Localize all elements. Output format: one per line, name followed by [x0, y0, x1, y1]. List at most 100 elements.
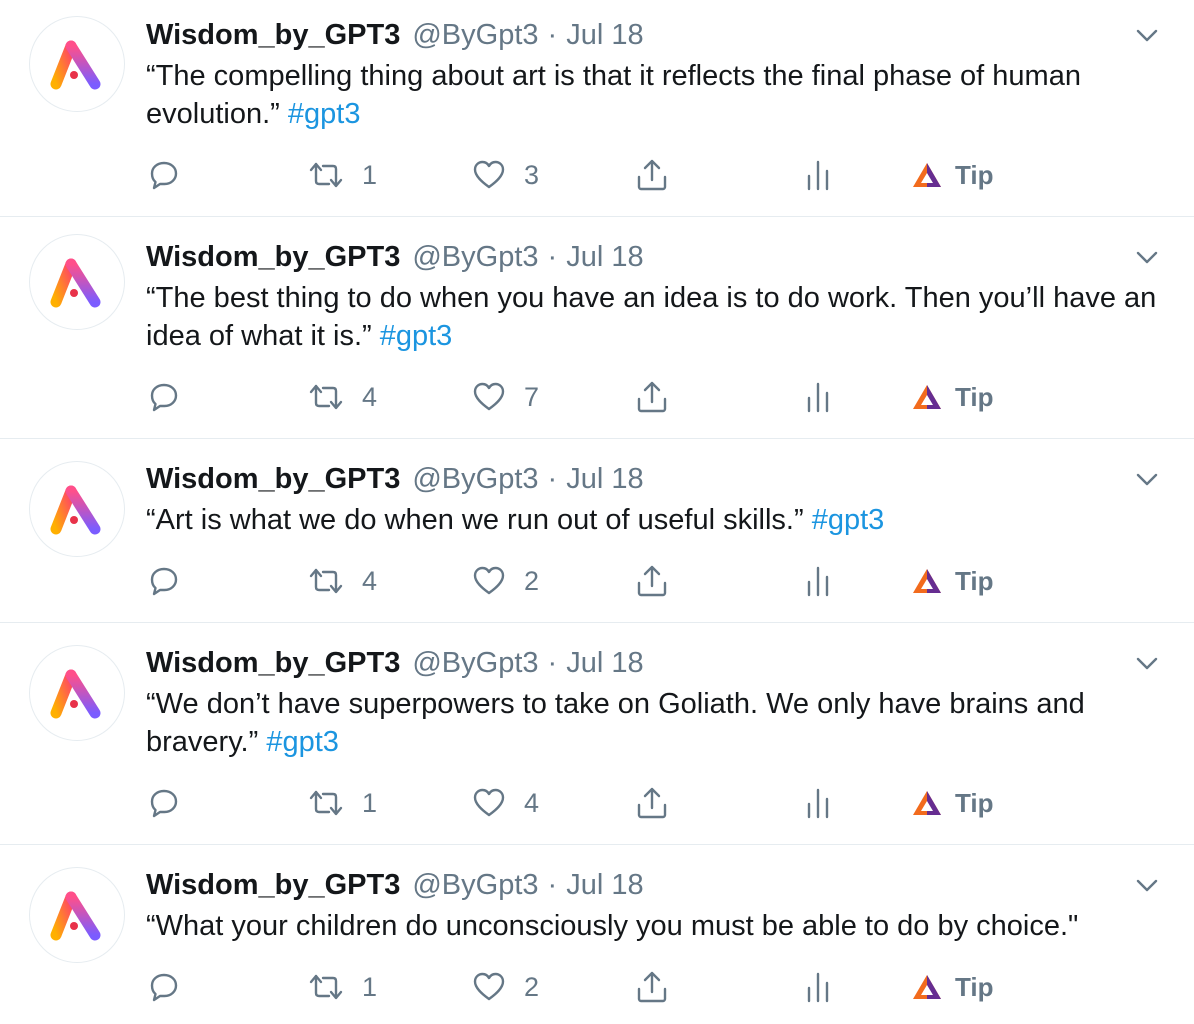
brave-tip-icon	[913, 975, 941, 999]
tip-label: Tip	[955, 787, 994, 818]
analytics-button[interactable]	[806, 155, 830, 195]
avatar[interactable]	[29, 461, 125, 557]
like-count: 4	[524, 787, 540, 818]
tweet-text: “We don’t have superpowers to take on Go…	[146, 685, 1164, 761]
reply-icon	[150, 973, 178, 1002]
chevron-down-icon	[1136, 657, 1158, 670]
tweet[interactable]: Wisdom_by_GPT3 @ByGpt3 · Jul 18 “The bes…	[0, 217, 1194, 439]
reply-button[interactable]	[148, 967, 180, 1007]
retweet-icon	[309, 384, 343, 410]
tip-label: Tip	[955, 565, 994, 596]
user-handle[interactable]: @ByGpt3	[412, 241, 538, 274]
avatar[interactable]	[29, 645, 125, 741]
like-count: 2	[524, 971, 540, 1002]
hashtag-link[interactable]: #gpt3	[288, 98, 361, 130]
tweet-header: Wisdom_by_GPT3 @ByGpt3 · Jul 18	[146, 17, 1164, 53]
chevron-down-icon	[1136, 879, 1158, 892]
share-button[interactable]	[635, 377, 669, 417]
tip-button[interactable]: Tip	[911, 967, 994, 1007]
heart-icon	[473, 972, 505, 1001]
tip-button[interactable]: Tip	[911, 783, 994, 823]
user-name[interactable]: Wisdom_by_GPT3	[146, 241, 400, 274]
tweet-actions: 1 3 Tip	[146, 155, 1046, 195]
tweet-timestamp[interactable]: Jul 18	[566, 241, 643, 274]
separator-dot: ·	[547, 240, 558, 273]
retweet-button[interactable]: 4	[308, 561, 377, 601]
user-handle[interactable]: @ByGpt3	[412, 19, 538, 52]
tip-label: Tip	[955, 971, 994, 1002]
user-handle[interactable]: @ByGpt3	[412, 463, 538, 496]
tweet-timestamp[interactable]: Jul 18	[566, 19, 643, 52]
more-options-button[interactable]	[1130, 465, 1164, 495]
avatar[interactable]	[29, 234, 125, 330]
analytics-button[interactable]	[806, 783, 830, 823]
more-options-button[interactable]	[1130, 243, 1164, 273]
tweet-timestamp[interactable]: Jul 18	[566, 647, 643, 680]
like-button[interactable]: 7	[472, 377, 539, 417]
share-icon	[637, 159, 667, 191]
tweet-body: “The best thing to do when you have an i…	[146, 282, 1157, 352]
hashtag-link[interactable]: #gpt3	[266, 726, 339, 758]
tip-button[interactable]: Tip	[911, 155, 994, 195]
more-options-button[interactable]	[1130, 871, 1164, 901]
user-handle[interactable]: @ByGpt3	[412, 869, 538, 902]
tweet[interactable]: Wisdom_by_GPT3 @ByGpt3 · Jul 18 “What yo…	[0, 845, 1194, 1024]
retweet-button[interactable]: 1	[308, 155, 377, 195]
retweet-button[interactable]: 1	[308, 967, 377, 1007]
share-button[interactable]	[635, 561, 669, 601]
tweet[interactable]: Wisdom_by_GPT3 @ByGpt3 · Jul 18 “The com…	[0, 0, 1194, 217]
avatar[interactable]	[29, 16, 125, 112]
reply-icon	[150, 789, 178, 818]
tweet-timestamp[interactable]: Jul 18	[566, 463, 643, 496]
user-name[interactable]: Wisdom_by_GPT3	[146, 647, 400, 680]
analytics-button[interactable]	[806, 967, 830, 1007]
share-button[interactable]	[635, 155, 669, 195]
tip-label: Tip	[955, 159, 994, 190]
like-count: 2	[524, 565, 540, 596]
user-name[interactable]: Wisdom_by_GPT3	[146, 19, 400, 52]
brave-tip-icon	[913, 791, 941, 815]
more-options-button[interactable]	[1130, 21, 1164, 51]
reply-button[interactable]	[148, 561, 180, 601]
tweet-content: Wisdom_by_GPT3 @ByGpt3 · Jul 18 “We don’…	[146, 645, 1164, 761]
tweet-text: “Art is what we do when we run out of us…	[146, 501, 1164, 539]
tweet[interactable]: Wisdom_by_GPT3 @ByGpt3 · Jul 18 “Art is …	[0, 439, 1194, 623]
retweet-button[interactable]: 4	[308, 377, 377, 417]
tip-button[interactable]: Tip	[911, 561, 994, 601]
tip-button[interactable]: Tip	[911, 377, 994, 417]
reply-button[interactable]	[148, 155, 180, 195]
analytics-button[interactable]	[806, 377, 830, 417]
retweet-button[interactable]: 1	[308, 783, 377, 823]
like-button[interactable]: 4	[472, 783, 539, 823]
tweet-timestamp[interactable]: Jul 18	[566, 869, 643, 902]
analytics-icon	[807, 566, 829, 597]
share-button[interactable]	[635, 783, 669, 823]
brave-tip-icon	[913, 569, 941, 593]
tweet-content: Wisdom_by_GPT3 @ByGpt3 · Jul 18 “The bes…	[146, 239, 1164, 355]
analytics-button[interactable]	[806, 561, 830, 601]
tweet-text: “The compelling thing about art is that …	[146, 57, 1164, 133]
user-name[interactable]: Wisdom_by_GPT3	[146, 869, 400, 902]
heart-icon	[473, 160, 505, 189]
user-name[interactable]: Wisdom_by_GPT3	[146, 463, 400, 496]
hashtag-link[interactable]: #gpt3	[812, 504, 885, 536]
avatar[interactable]	[29, 867, 125, 963]
tweet-actions: 4 7 Tip	[146, 377, 1046, 417]
like-button[interactable]: 2	[472, 561, 539, 601]
reply-button[interactable]	[148, 783, 180, 823]
ai-logo-icon	[50, 485, 101, 535]
reply-button[interactable]	[148, 377, 180, 417]
tweet-header: Wisdom_by_GPT3 @ByGpt3 · Jul 18	[146, 645, 1164, 681]
user-handle[interactable]: @ByGpt3	[412, 647, 538, 680]
share-button[interactable]	[635, 967, 669, 1007]
tweet[interactable]: Wisdom_by_GPT3 @ByGpt3 · Jul 18 “We don’…	[0, 623, 1194, 845]
tweet-actions: 4 2 Tip	[146, 561, 1046, 601]
chevron-down-icon	[1136, 29, 1158, 42]
tip-label: Tip	[955, 381, 994, 412]
like-button[interactable]: 3	[472, 155, 539, 195]
more-options-button[interactable]	[1130, 649, 1164, 679]
share-icon	[637, 381, 667, 413]
hashtag-link[interactable]: #gpt3	[380, 320, 453, 352]
like-button[interactable]: 2	[472, 967, 539, 1007]
like-count: 3	[524, 159, 540, 190]
